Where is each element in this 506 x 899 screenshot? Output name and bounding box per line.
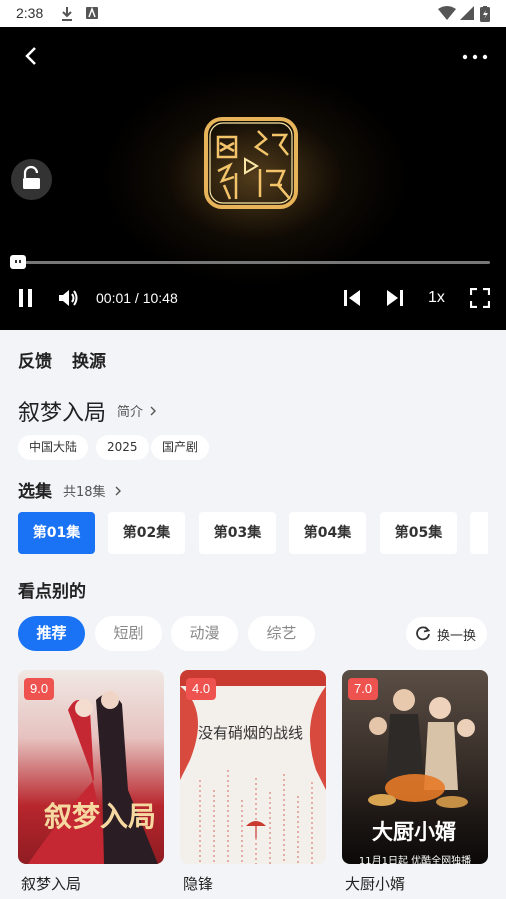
refresh-icon xyxy=(416,626,431,641)
lock-screen-button[interactable] xyxy=(11,159,52,200)
recommend-card-1[interactable]: 9.0 叙梦入局 xyxy=(18,670,164,864)
volume-icon[interactable] xyxy=(58,288,80,308)
episode-3[interactable]: 第03集 xyxy=(199,512,276,554)
card-title-3: 大厨小婿 xyxy=(345,875,406,893)
tag-genre: 国产剧 xyxy=(151,435,210,460)
more-menu-icon[interactable] xyxy=(462,52,488,62)
unlock-icon xyxy=(23,165,40,189)
tag-year: 2025 xyxy=(96,435,149,460)
episodes-total-link[interactable]: 共18集 xyxy=(63,481,122,500)
episode-6-partial[interactable] xyxy=(470,512,488,554)
next-episode-icon[interactable] xyxy=(386,289,404,307)
feedback-button[interactable]: 反馈 xyxy=(18,347,52,372)
category-anime[interactable]: 动漫 xyxy=(171,616,238,651)
refresh-button[interactable]: 换一换 xyxy=(406,617,487,650)
poster-subtitle: 11月1日起 优酷全网独播 xyxy=(358,856,472,864)
category-recommend[interactable]: 推荐 xyxy=(18,616,85,651)
episode-4[interactable]: 第04集 xyxy=(289,512,366,554)
score-badge: 7.0 xyxy=(348,678,379,700)
episode-1[interactable]: 第01集 xyxy=(18,512,95,554)
category-variety[interactable]: 综艺 xyxy=(248,616,315,651)
download-icon xyxy=(62,7,72,21)
pause-icon[interactable] xyxy=(17,288,35,308)
app-notification-icon xyxy=(86,6,98,19)
playback-speed[interactable]: 1x xyxy=(428,289,445,307)
refresh-label: 换一换 xyxy=(437,629,477,644)
status-time: 2:38 xyxy=(16,5,44,21)
recommend-card-3[interactable]: 7.0 大厨小婿 11月1日起 优酷全网独播 xyxy=(342,670,488,864)
chevron-right-icon xyxy=(150,406,157,416)
tag-region: 中国大陆 xyxy=(18,435,89,460)
chevron-right-icon xyxy=(115,486,121,496)
show-title: 叙梦入局 xyxy=(18,401,107,426)
recommend-title: 看点别的 xyxy=(18,582,86,602)
episode-2[interactable]: 第02集 xyxy=(108,512,185,554)
video-player[interactable]: 00:01 / 10:48 1x xyxy=(0,27,506,330)
fullscreen-icon[interactable] xyxy=(470,288,490,308)
recommend-card-2[interactable]: 没有硝烟的战线 4.0 xyxy=(180,670,326,864)
episode-5[interactable]: 第05集 xyxy=(380,512,457,554)
playback-time: 00:01 / 10:48 xyxy=(96,290,178,306)
intro-label: 简介 xyxy=(117,405,144,420)
episodes-title: 选集 xyxy=(18,482,52,502)
battery-icon xyxy=(480,6,490,22)
progress-bar[interactable] xyxy=(18,261,490,264)
category-short-drama[interactable]: 短剧 xyxy=(95,616,162,651)
signal-icon xyxy=(460,6,474,20)
channel-logo xyxy=(204,117,298,209)
status-bar: 2:38 xyxy=(0,0,506,27)
progress-thumb[interactable] xyxy=(10,255,26,269)
back-arrow-icon[interactable] xyxy=(20,44,44,68)
poster-title: 大厨小婿 xyxy=(372,819,456,844)
intro-link[interactable]: 简介 xyxy=(117,401,157,420)
episodes-total: 共18集 xyxy=(63,485,106,500)
score-badge: 9.0 xyxy=(24,678,55,700)
previous-episode-icon[interactable] xyxy=(343,289,361,307)
card-title-1: 叙梦入局 xyxy=(21,875,82,893)
card-title-2: 隐锋 xyxy=(183,875,214,893)
wifi-icon xyxy=(438,6,456,20)
switch-source-button[interactable]: 换源 xyxy=(72,347,106,372)
poster-title: 叙梦入局 xyxy=(44,800,157,833)
score-badge: 4.0 xyxy=(186,678,217,700)
poster-title: 没有硝烟的战线 xyxy=(198,724,304,742)
